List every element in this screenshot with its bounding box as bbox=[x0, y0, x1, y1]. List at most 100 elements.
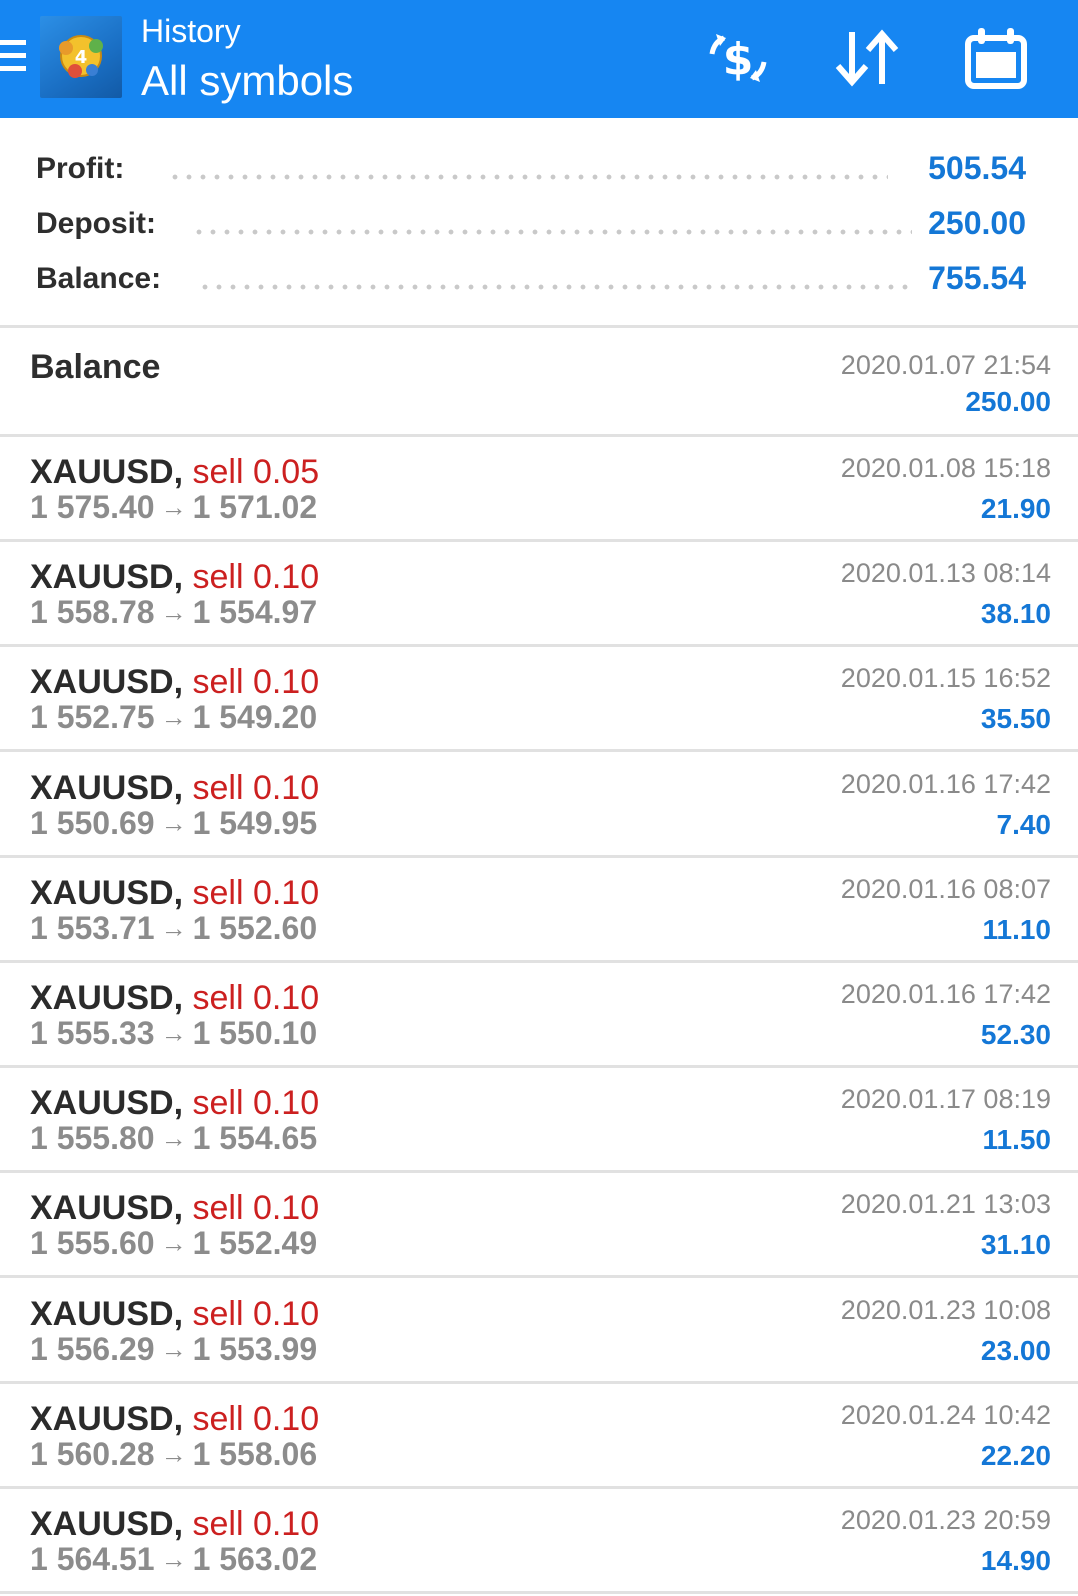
trade-title: XAUUSD, sell 0.10 bbox=[30, 1084, 319, 1123]
trade-profit: 11.10 bbox=[982, 914, 1051, 945]
currency-exchange-icon[interactable]: $ bbox=[702, 24, 774, 92]
open-price: 1 553.71 bbox=[30, 910, 155, 946]
open-price: 1 560.28 bbox=[30, 1436, 155, 1472]
trade-type-volume: sell 0.10 bbox=[192, 769, 320, 807]
trade-prices: 1 560.28 → 1 558.06 bbox=[30, 1436, 317, 1473]
calendar-icon[interactable] bbox=[962, 24, 1034, 92]
trade-profit: 7.40 bbox=[996, 809, 1052, 840]
trade-row[interactable]: XAUUSD, sell 0.10 1 556.29 → 1 553.99 2020.0… bbox=[0, 1279, 1078, 1384]
close-price: 1 549.20 bbox=[192, 699, 318, 735]
trade-prices: 1 550.69 → 1 549.95 bbox=[30, 805, 317, 842]
open-price: 1 555.33 bbox=[30, 1015, 155, 1051]
balance-entry-title: Balance bbox=[30, 348, 161, 386]
menu-icon[interactable] bbox=[0, 40, 26, 76]
trade-profit: 11.50 bbox=[982, 1124, 1051, 1155]
trade-row[interactable]: XAUUSD, sell 0.10 1 555.33 → 1 550.10 2020.0… bbox=[0, 963, 1078, 1068]
right-arrow-icon: → bbox=[160, 913, 187, 943]
history-screen: 4 History All symbols $ Profit: 505.54 D… bbox=[0, 0, 1078, 1596]
trade-title: XAUUSD, sell 0.10 bbox=[30, 1295, 319, 1334]
balance-entry-row[interactable]: Balance 2020.01.07 21:54 250.00 bbox=[0, 328, 1078, 437]
trade-date: 2020.01.16 17:42 bbox=[840, 979, 1051, 1009]
trade-type-volume: sell 0.10 bbox=[192, 1189, 320, 1227]
trade-symbol: XAUUSD, bbox=[30, 1084, 184, 1122]
close-price: 1 563.02 bbox=[192, 1541, 318, 1577]
trade-date: 2020.01.21 13:03 bbox=[840, 1189, 1051, 1219]
trade-row[interactable]: XAUUSD, sell 0.05 1 575.40 → 1 571.02 2020.0… bbox=[0, 437, 1078, 542]
trade-title: XAUUSD, sell 0.10 bbox=[30, 979, 319, 1018]
trade-type-volume: sell 0.10 bbox=[192, 1295, 320, 1333]
trade-prices: 1 564.51 → 1 563.02 bbox=[30, 1541, 317, 1578]
symbol-filter-label[interactable]: All symbols bbox=[141, 56, 353, 106]
trade-type-volume: sell 0.10 bbox=[192, 979, 320, 1017]
sort-icon[interactable] bbox=[832, 24, 904, 92]
open-price: 1 575.40 bbox=[30, 489, 155, 525]
trade-type-volume: sell 0.10 bbox=[192, 1084, 320, 1122]
trade-title: XAUUSD, sell 0.10 bbox=[30, 1189, 319, 1228]
trade-profit: 21.90 bbox=[980, 493, 1051, 524]
open-price: 1 555.80 bbox=[30, 1120, 155, 1156]
close-price: 1 554.97 bbox=[192, 594, 318, 630]
profit-row: Profit: 505.54 bbox=[0, 140, 1078, 196]
trade-date: 2020.01.23 20:59 bbox=[840, 1505, 1051, 1535]
trade-row[interactable]: XAUUSD, sell 0.10 1 555.60 → 1 552.49 2020.0… bbox=[0, 1173, 1078, 1278]
balance-label: Balance: bbox=[36, 262, 162, 295]
trade-profit: 22.20 bbox=[980, 1440, 1051, 1471]
trade-date: 2020.01.24 10:42 bbox=[840, 1400, 1051, 1430]
trade-symbol: XAUUSD, bbox=[30, 1295, 184, 1333]
trade-type-volume: sell 0.10 bbox=[192, 663, 320, 701]
trade-type-volume: sell 0.10 bbox=[192, 1505, 320, 1543]
trade-symbol: XAUUSD, bbox=[30, 769, 184, 807]
open-price: 1 558.78 bbox=[30, 594, 155, 630]
trade-profit: 23.00 bbox=[980, 1335, 1051, 1366]
trade-date: 2020.01.16 17:42 bbox=[840, 769, 1051, 799]
trade-prices: 1 555.80 → 1 554.65 bbox=[30, 1120, 317, 1157]
balance-value: 755.54 bbox=[928, 260, 1026, 296]
trade-symbol: XAUUSD, bbox=[30, 1189, 184, 1227]
trade-profit: 52.30 bbox=[980, 1019, 1051, 1050]
right-arrow-icon: → bbox=[160, 702, 187, 732]
trade-row[interactable]: XAUUSD, sell 0.10 1 550.69 → 1 549.95 2020.0… bbox=[0, 753, 1078, 858]
trade-date: 2020.01.23 10:08 bbox=[840, 1295, 1051, 1325]
dot-leader bbox=[192, 229, 912, 235]
trade-row[interactable]: XAUUSD, sell 0.10 1 553.71 → 1 552.60 2020.0… bbox=[0, 858, 1078, 963]
trade-type-volume: sell 0.10 bbox=[192, 874, 320, 912]
trade-prices: 1 558.78 → 1 554.97 bbox=[30, 594, 317, 631]
row-separator bbox=[0, 1275, 1078, 1278]
trade-row[interactable]: XAUUSD, sell 0.10 1 552.75 → 1 549.20 2020.0… bbox=[0, 647, 1078, 752]
trade-symbol: XAUUSD, bbox=[30, 874, 184, 912]
trade-row[interactable]: XAUUSD, sell 0.10 1 558.78 → 1 554.97 2020.0… bbox=[0, 542, 1078, 647]
dot-leader bbox=[198, 284, 914, 290]
trade-row[interactable]: XAUUSD, sell 0.10 1 564.51 → 1 563.02 2020.0… bbox=[0, 1489, 1078, 1594]
trade-title: XAUUSD, sell 0.10 bbox=[30, 769, 319, 808]
right-arrow-icon: → bbox=[160, 1439, 187, 1469]
trade-symbol: XAUUSD, bbox=[30, 1505, 184, 1543]
profit-value: 505.54 bbox=[928, 150, 1026, 186]
trade-row[interactable]: XAUUSD, sell 0.10 1 555.80 → 1 554.65 2020.0… bbox=[0, 1068, 1078, 1173]
trade-title: XAUUSD, sell 0.10 bbox=[30, 874, 319, 913]
open-price: 1 564.51 bbox=[30, 1541, 155, 1577]
row-separator bbox=[0, 1591, 1078, 1594]
trade-symbol: XAUUSD, bbox=[30, 663, 184, 701]
balance-row: Balance: 755.54 bbox=[0, 250, 1078, 306]
trade-title: XAUUSD, sell 0.10 bbox=[30, 558, 319, 597]
trade-prices: 1 553.71 → 1 552.60 bbox=[30, 910, 317, 947]
right-arrow-icon: → bbox=[160, 1018, 187, 1048]
right-arrow-icon: → bbox=[160, 808, 187, 838]
trade-prices: 1 556.29 → 1 553.99 bbox=[30, 1331, 317, 1368]
deposit-label: Deposit: bbox=[36, 207, 156, 240]
trade-title: XAUUSD, sell 0.10 bbox=[30, 1400, 319, 1439]
right-arrow-icon: → bbox=[160, 1228, 187, 1258]
trade-date: 2020.01.08 15:18 bbox=[840, 453, 1051, 483]
open-price: 1 555.60 bbox=[30, 1225, 155, 1261]
trade-profit: 38.10 bbox=[980, 598, 1051, 629]
trade-symbol: XAUUSD, bbox=[30, 453, 184, 491]
close-price: 1 552.49 bbox=[192, 1225, 318, 1261]
trade-row[interactable]: XAUUSD, sell 0.10 1 560.28 → 1 558.06 2020.0… bbox=[0, 1384, 1078, 1489]
close-price: 1 552.60 bbox=[192, 910, 318, 946]
trade-profit: 35.50 bbox=[980, 703, 1051, 734]
balance-entry-amount: 250.00 bbox=[965, 386, 1051, 417]
screen-title: History bbox=[141, 13, 241, 49]
trade-date: 2020.01.16 08:07 bbox=[840, 874, 1051, 904]
open-price: 1 550.69 bbox=[30, 805, 155, 841]
app-logo[interactable]: 4 bbox=[40, 16, 122, 98]
